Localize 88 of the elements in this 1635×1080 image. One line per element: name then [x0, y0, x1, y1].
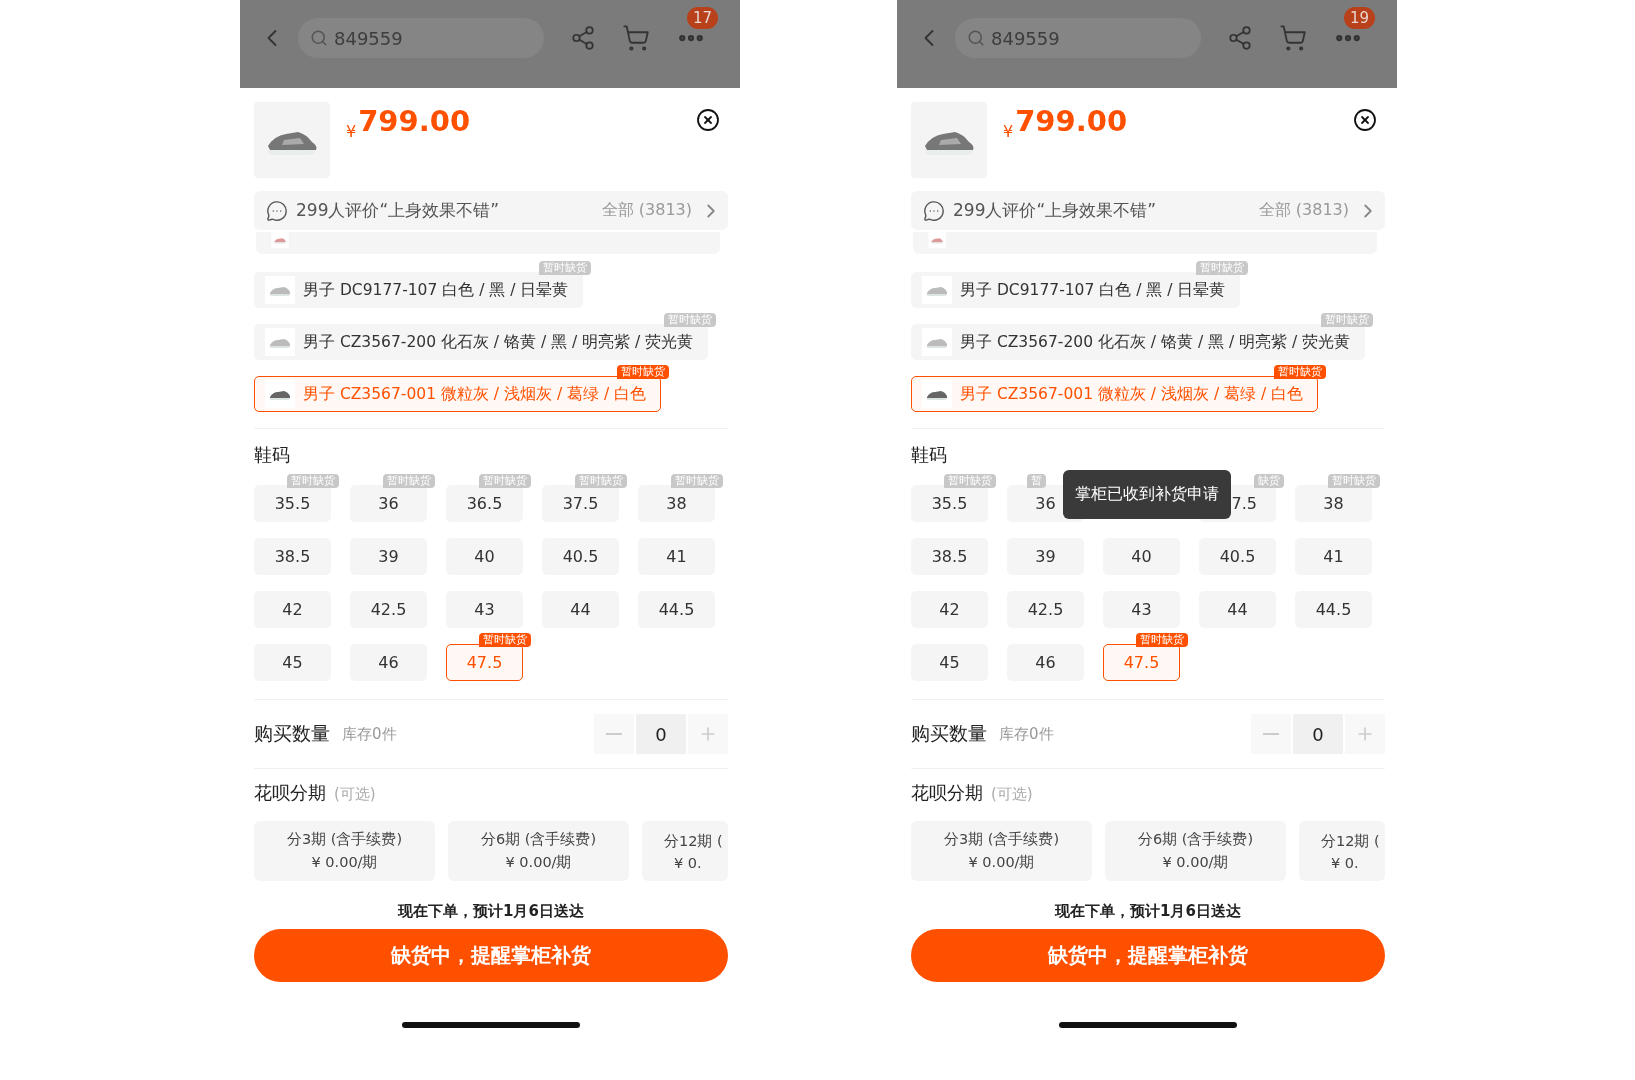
- chat-bubble-icon: [266, 199, 288, 222]
- variant-label: 男子 DC9177-107 白色 / 黑 / 日晕黄: [960, 279, 1226, 301]
- size-option[interactable]: 44.5: [1295, 591, 1372, 628]
- size-option[interactable]: 38.5: [254, 538, 331, 575]
- out-of-stock-tag: 暂时缺货: [479, 633, 531, 647]
- size-option[interactable]: 45: [911, 644, 988, 681]
- optional-hint: (可选): [334, 785, 376, 804]
- size-option[interactable]: 43: [446, 591, 523, 628]
- size-option[interactable]: 44: [1199, 591, 1276, 628]
- currency-symbol: ¥: [346, 122, 357, 141]
- quantity-field[interactable]: 0: [1293, 714, 1343, 754]
- installment-option[interactable]: 分6期 (含手续费) ¥ 0.00/期: [1105, 821, 1286, 881]
- review-summary: 299人评价“上身效果不错”: [953, 199, 1157, 222]
- review-summary: 299人评价“上身效果不错”: [296, 199, 500, 222]
- size-option[interactable]: 40.5: [1199, 538, 1276, 575]
- cart-icon[interactable]: [622, 24, 650, 52]
- quantity-field[interactable]: 0: [636, 714, 686, 754]
- size-option[interactable]: 38: [1295, 485, 1372, 522]
- size-option[interactable]: 40: [1103, 538, 1180, 575]
- installment-option[interactable]: 分12期 ( ¥ 0.: [642, 821, 728, 881]
- size-option[interactable]: 42.5: [350, 591, 427, 628]
- optional-hint: (可选): [991, 785, 1033, 804]
- stock-count: 库存0件: [999, 724, 1054, 744]
- close-icon[interactable]: [1353, 108, 1377, 132]
- size-option[interactable]: 41: [638, 538, 715, 575]
- delivery-estimate: 现在下单，预计1月6日送达: [396, 902, 585, 921]
- out-of-stock-tag: 暂时缺货: [1136, 633, 1188, 647]
- minus-icon: [606, 733, 622, 735]
- cart-icon[interactable]: [1279, 24, 1307, 52]
- notification-badge: 17: [686, 7, 718, 29]
- section-title: 鞋码: [911, 443, 948, 467]
- close-icon[interactable]: [696, 108, 720, 132]
- size-option[interactable]: 41: [1295, 538, 1372, 575]
- review-summary-bar[interactable]: 299人评价“上身效果不错” 全部 (3813): [254, 191, 728, 230]
- size-option[interactable]: 40.5: [542, 538, 619, 575]
- quantity-label: 购买数量: [254, 721, 330, 746]
- size-option[interactable]: 43: [1103, 591, 1180, 628]
- out-of-stock-tag: 暂时缺货: [617, 365, 670, 379]
- share-icon[interactable]: [1227, 25, 1253, 51]
- size-option[interactable]: 42.5: [1007, 591, 1084, 628]
- review-summary-bar[interactable]: 299人评价“上身效果不错” 全部 (3813): [911, 191, 1385, 230]
- variant-option[interactable]: 男子 CZ3567-200 化石灰 / 铬黄 / 黑 / 明亮紫 / 荧光黄: [254, 324, 709, 360]
- size-option[interactable]: 42: [254, 591, 331, 628]
- installment-option[interactable]: 分3期 (含手续费) ¥ 0.00/期: [254, 821, 435, 881]
- size-option[interactable]: 35.5: [911, 485, 988, 522]
- size-option[interactable]: 46: [350, 644, 427, 681]
- variant-label: 男子 CZ3567-001 微粒灰 / 浅烟灰 / 葛绿 / 白色: [303, 383, 647, 405]
- search-icon: [967, 29, 985, 47]
- variant-label: 男子 CZ3567-200 化石灰 / 铬黄 / 黑 / 明亮紫 / 荧光黄: [960, 331, 1351, 353]
- section-title: 花呗分期: [911, 781, 983, 805]
- variant-option[interactable]: 男子 CZ3567-200 化石灰 / 铬黄 / 黑 / 明亮紫 / 荧光黄: [911, 324, 1366, 360]
- size-option[interactable]: 37.5: [542, 485, 619, 522]
- size-option[interactable]: 44.5: [638, 591, 715, 628]
- size-option[interactable]: 44: [542, 591, 619, 628]
- variant-option[interactable]: 男子 DC9177-107 白色 / 黑 / 日晕黄: [911, 272, 1241, 308]
- size-option[interactable]: 35.5: [254, 485, 331, 522]
- size-option[interactable]: 39: [350, 538, 427, 575]
- stock-count: 库存0件: [342, 724, 397, 744]
- installment-option[interactable]: 分12期 ( ¥ 0.: [1299, 821, 1385, 881]
- share-icon[interactable]: [570, 25, 596, 51]
- size-option[interactable]: 39: [1007, 538, 1084, 575]
- variant-label: 男子 DC9177-107 白色 / 黑 / 日晕黄: [303, 279, 569, 301]
- out-of-stock-tag: 暂时缺货: [1274, 365, 1327, 379]
- price: 799.00: [1015, 104, 1128, 138]
- variant-label: 男子 CZ3567-200 化石灰 / 铬黄 / 黑 / 明亮紫 / 荧光黄: [303, 331, 694, 353]
- quantity-label: 购买数量: [911, 721, 987, 746]
- size-option[interactable]: 36.5: [446, 485, 523, 522]
- size-option[interactable]: 38.5: [911, 538, 988, 575]
- variant-option[interactable]: 男子 DC9177-107 白色 / 黑 / 日晕黄: [254, 272, 584, 308]
- chat-bubble-icon: [923, 199, 945, 222]
- variant-label: 男子 CZ3567-001 微粒灰 / 浅烟灰 / 葛绿 / 白色: [960, 383, 1304, 405]
- installment-option[interactable]: 分6期 (含手续费) ¥ 0.00/期: [448, 821, 629, 881]
- section-title: 花呗分期: [254, 781, 326, 805]
- search-icon: [310, 29, 328, 47]
- price: 799.00: [358, 104, 471, 138]
- size-option[interactable]: 40: [446, 538, 523, 575]
- size-option[interactable]: 36: [350, 485, 427, 522]
- size-option[interactable]: 45: [254, 644, 331, 681]
- minus-icon: [1263, 733, 1279, 735]
- currency-symbol: ¥: [1003, 122, 1014, 141]
- section-title: 鞋码: [254, 443, 291, 467]
- restock-toast: 掌柜已收到补货申请: [1063, 470, 1231, 519]
- size-option[interactable]: 46: [1007, 644, 1084, 681]
- size-option[interactable]: 38: [638, 485, 715, 522]
- size-option[interactable]: 42: [911, 591, 988, 628]
- delivery-estimate: 现在下单，预计1月6日送达: [1053, 902, 1242, 921]
- installment-option[interactable]: 分3期 (含手续费) ¥ 0.00/期: [911, 821, 1092, 881]
- notification-badge: 19: [1343, 7, 1375, 29]
